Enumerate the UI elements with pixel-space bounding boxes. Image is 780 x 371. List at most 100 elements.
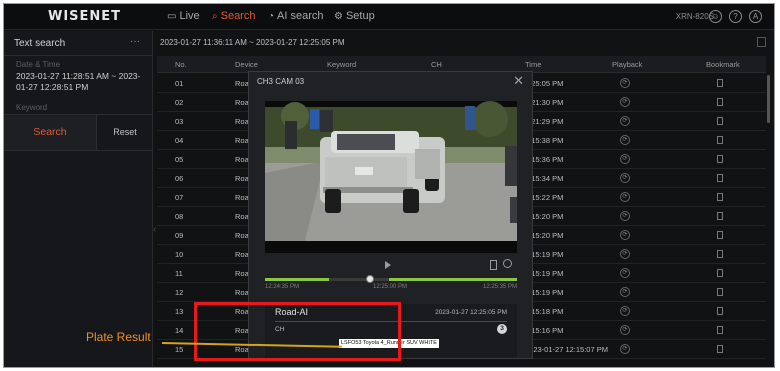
bookmark-icon[interactable] (717, 288, 723, 296)
card-time: 2023-01-27 12:25:05 PM (435, 309, 507, 316)
bookmark-icon[interactable] (717, 212, 723, 220)
search-range: 2023-01-27 11:36:11 AM ~ 2023-01-27 12:2… (160, 38, 345, 47)
playback-icon[interactable]: ⟳ (620, 135, 630, 145)
row-time: 2023-01-27 12:15:07 PM (525, 345, 608, 354)
scrollbar[interactable] (767, 75, 770, 123)
more-options-icon[interactable]: ··· (130, 36, 140, 47)
monitor-icon: ▭ (167, 11, 177, 22)
bookmark-icon[interactable] (717, 250, 723, 258)
bookmark-icon[interactable] (717, 79, 723, 87)
bookmark-icon[interactable] (717, 117, 723, 125)
column-header: Device (235, 60, 258, 69)
row-number: 03 (175, 117, 184, 126)
bookmark-icon[interactable] (717, 231, 723, 239)
camera-snapshot (265, 101, 517, 253)
playback-icon[interactable]: ⟳ (620, 344, 630, 354)
playback-controls (265, 258, 517, 274)
nav-live[interactable]: ▭ Live (167, 10, 200, 22)
row-number: 07 (175, 193, 184, 202)
bookmark-icon[interactable] (717, 345, 723, 353)
playback-icon[interactable]: ⟳ (620, 211, 630, 221)
playback-icon[interactable]: ⟳ (620, 249, 630, 259)
search-icon: ⌕ (212, 11, 218, 22)
nav-ai-search-label: AI search (277, 10, 324, 22)
column-header: No. (175, 60, 187, 69)
callout-label: Plate Result (86, 330, 151, 344)
column-header: Playback (612, 60, 643, 69)
ai-search-icon: ◔ (268, 11, 275, 22)
close-icon[interactable]: ✕ (513, 73, 524, 89)
wisenet-logo: WISENET (48, 9, 122, 24)
playback-icon[interactable]: ⟳ (620, 287, 630, 297)
play-icon[interactable] (385, 261, 391, 269)
column-header: Time (525, 60, 542, 69)
bookmark-icon[interactable] (717, 174, 723, 182)
column-header: Bookmark (706, 60, 740, 69)
nav-search[interactable]: ⌕ Search (212, 10, 255, 22)
playback-icon[interactable]: ⟳ (620, 97, 630, 107)
row-number: 04 (175, 136, 184, 145)
bookmark-icon[interactable] (717, 136, 723, 144)
playback-icon[interactable]: ⟳ (620, 325, 630, 335)
row-number: 15 (175, 345, 184, 354)
playback-icon[interactable]: ⟳ (620, 268, 630, 278)
playback-icon[interactable]: ⟳ (620, 154, 630, 164)
reset-button[interactable]: Reset (97, 115, 153, 150)
collapse-panel-icon[interactable]: ‹ (153, 224, 156, 235)
nav-ai-search[interactable]: ◔ AI search (268, 10, 324, 22)
help-icon[interactable]: ? (729, 10, 742, 23)
playback-icon[interactable]: ⟳ (620, 230, 630, 240)
export-icon[interactable] (757, 37, 766, 47)
playback-icon[interactable]: ⟳ (620, 173, 630, 183)
row-number: 05 (175, 155, 184, 164)
bookmark-icon[interactable] (717, 98, 723, 106)
search-panel: Text search ··· Date & Time 2023-01-27 1… (4, 31, 153, 367)
playback-icon[interactable]: ⟳ (620, 116, 630, 126)
date-time-field[interactable]: 2023-01-27 11:28:51 AM ~ 2023-01-27 12:2… (16, 71, 146, 93)
plate-result-highlight (194, 302, 401, 361)
keyword-field[interactable]: Keyword (16, 103, 47, 112)
zoom-icon[interactable] (503, 259, 512, 268)
bookmark-icon[interactable] (717, 155, 723, 163)
timeline-tick: 12:25:00 PM (373, 284, 408, 290)
playback-icon[interactable]: ⟳ (620, 192, 630, 202)
timeline-handle[interactable] (366, 275, 374, 283)
row-number: 10 (175, 250, 184, 259)
divider (4, 150, 153, 151)
playback-icon[interactable]: ⟳ (620, 78, 630, 88)
bookmark-icon[interactable] (717, 269, 723, 277)
panel-title: Text search (14, 38, 66, 49)
timeline-tick: 12:25:35 PM (483, 284, 518, 290)
row-number: 09 (175, 231, 184, 240)
bookmark-icon[interactable] (717, 193, 723, 201)
dialog-title: CH3 CAM 03 (257, 77, 305, 86)
date-time-label: Date & Time (16, 60, 61, 69)
row-number: 06 (175, 174, 184, 183)
bookmark-icon[interactable] (717, 307, 723, 315)
row-number: 02 (175, 98, 184, 107)
nav-setup-label: Setup (345, 10, 375, 22)
row-number: 13 (175, 307, 184, 316)
row-number: 01 (175, 79, 184, 88)
timeline-gap (329, 278, 389, 281)
top-bar: WISENET ▭ Live ⌕ Search ◔ AI search ⚙ Setup … (4, 4, 774, 30)
bookmark-icon[interactable] (490, 260, 497, 270)
timeline-bar[interactable] (265, 278, 517, 281)
bookmark-icon[interactable] (717, 326, 723, 334)
admin-icon[interactable]: A (749, 10, 762, 23)
playback-icon[interactable]: ⟳ (620, 306, 630, 316)
divider (4, 55, 153, 56)
timeline-tick: 12:24:35 PM (265, 284, 300, 290)
row-number: 12 (175, 288, 184, 297)
column-header: Keyword (327, 60, 357, 69)
row-number: 08 (175, 212, 184, 221)
search-button[interactable]: Search (4, 115, 97, 150)
row-number: 11 (175, 269, 183, 278)
user-icon[interactable]: ☺ (709, 10, 722, 23)
card-channel-badge: 3 (497, 324, 507, 334)
row-number: 14 (175, 326, 184, 335)
column-header: CH (431, 60, 442, 69)
video-frame[interactable] (265, 101, 517, 253)
nav-setup[interactable]: ⚙ Setup (334, 10, 375, 22)
app-window: WISENET ▭ Live ⌕ Search ◔ AI search ⚙ Setup … (3, 3, 775, 368)
